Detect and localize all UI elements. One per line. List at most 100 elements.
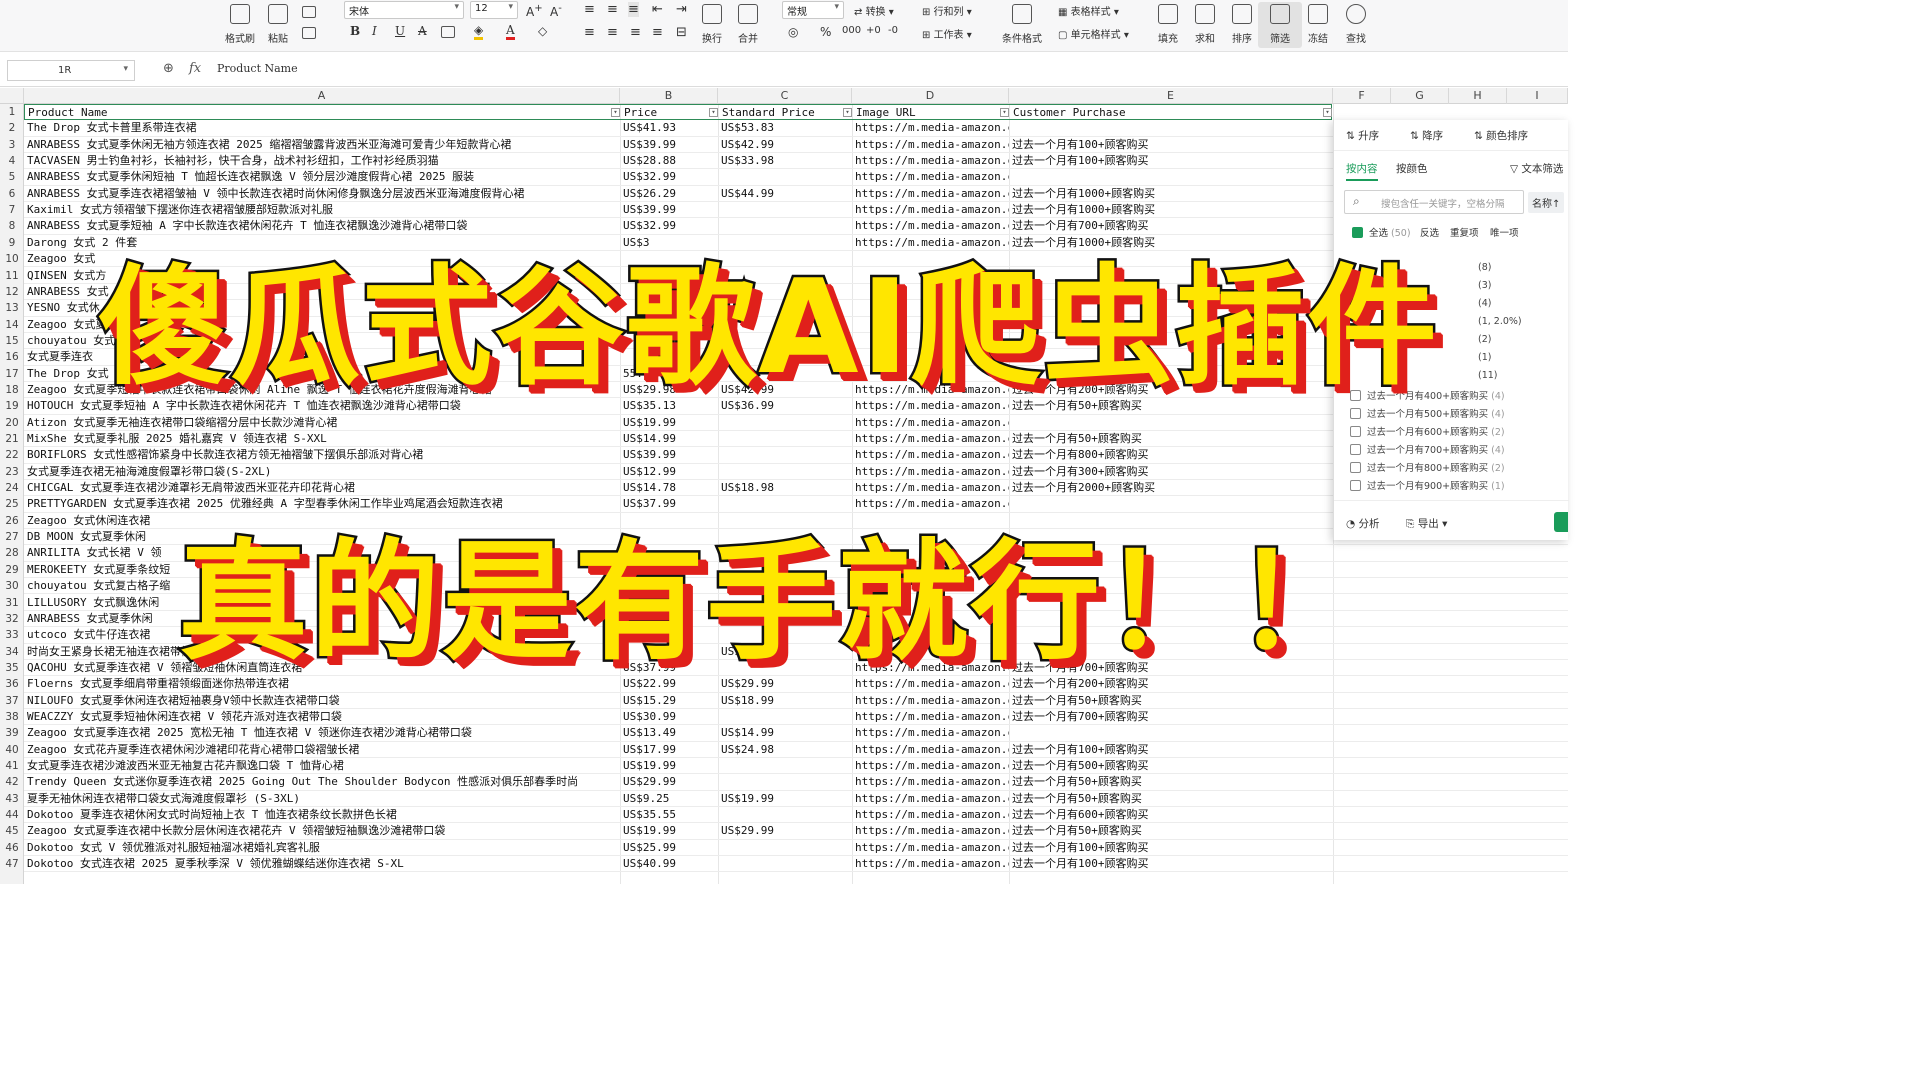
cell-image-url[interactable]: https://m.media-amazon.c bbox=[852, 120, 1009, 136]
cell-standard-price[interactable]: US$24.98 bbox=[718, 742, 852, 758]
cell-customer-purchase[interactable]: 过去一个月有50+顾客购买 bbox=[1009, 791, 1333, 807]
strikethrough-button[interactable]: A bbox=[418, 24, 427, 38]
cell-product[interactable]: Trendy Queen 女式迷你夏季连衣裙 2025 Going Out Th… bbox=[24, 774, 620, 790]
paste-button[interactable]: 粘贴 bbox=[256, 2, 300, 45]
column-header[interactable]: H bbox=[1449, 88, 1507, 104]
cell-standard-price[interactable] bbox=[718, 774, 852, 790]
row-header[interactable]: 45 bbox=[0, 823, 24, 839]
row-header[interactable]: 46 bbox=[0, 840, 24, 856]
cell-price[interactable]: US$41.93 bbox=[620, 120, 718, 136]
row-header[interactable]: 35 bbox=[0, 660, 24, 676]
row-header[interactable]: 7 bbox=[0, 202, 24, 218]
row-header[interactable]: 9 bbox=[0, 235, 24, 251]
row-header[interactable]: 32 bbox=[0, 611, 24, 627]
row-header[interactable]: 23 bbox=[0, 464, 24, 480]
align-top-icon[interactable]: ≡ bbox=[584, 2, 595, 17]
cell-price[interactable]: US$32.99 bbox=[620, 169, 718, 185]
cell-product[interactable]: Zeagoo 女式夏季连衣裙 2025 宽松无袖 T 恤连衣裙 V 领迷你连衣裙… bbox=[24, 725, 620, 741]
cell-image-url[interactable]: https://m.media-amazon.c bbox=[852, 153, 1009, 169]
cell-product[interactable]: Atizon 女式夏季无袖连衣裙带口袋缩褶分层中长款沙滩背心裙 bbox=[24, 415, 620, 431]
cell-image-url[interactable]: https://m.media-amazon.c bbox=[852, 840, 1009, 856]
row-header[interactable]: 10 bbox=[0, 251, 24, 267]
cell-image-url[interactable]: https://m.media-amazon.c bbox=[852, 186, 1009, 202]
sort-by-name-button[interactable]: 名称↑ bbox=[1528, 192, 1565, 213]
fx-icon[interactable]: fx bbox=[189, 61, 201, 76]
align-left-icon[interactable]: ≡ bbox=[584, 25, 595, 40]
cell-customer-purchase[interactable]: 过去一个月有1000+顾客购买 bbox=[1009, 186, 1333, 202]
row-header[interactable]: 28 bbox=[0, 545, 24, 561]
cell-image-url[interactable]: https://m.media-amazon.c bbox=[852, 725, 1009, 741]
cell-standard-price[interactable]: US$42.99 bbox=[718, 137, 852, 153]
font-size-select[interactable]: 12 ▾ bbox=[470, 1, 518, 19]
cell-customer-purchase[interactable]: 过去一个月有50+顾客购买 bbox=[1009, 823, 1333, 839]
rowcol-button[interactable]: ⊞ 行和列 ▾ bbox=[922, 3, 972, 18]
find-button[interactable]: 查找 bbox=[1334, 2, 1378, 45]
align-right-icon[interactable]: ≡ bbox=[630, 25, 641, 40]
row-header[interactable]: 11 bbox=[0, 268, 24, 284]
cell-product[interactable]: BORIFLORS 女式性感褶饰紧身中长款连衣裙方领无袖褶皱下摆俱乐部派对背心裙 bbox=[24, 447, 620, 463]
cell-price[interactable]: US$12.99 bbox=[620, 464, 718, 480]
cell-price[interactable]: US$19.99 bbox=[620, 415, 718, 431]
cell-image-url[interactable]: https://m.media-amazon.c bbox=[852, 169, 1009, 185]
filter-list-item[interactable]: 过去一个月有600+顾客购买 (2) bbox=[1350, 424, 1505, 438]
cell-product[interactable]: Kaximil 女式方领褶皱下摆迷你连衣裙褶皱腰部短款派对礼服 bbox=[24, 202, 620, 218]
unique-button[interactable]: 唯一项 bbox=[1490, 225, 1519, 239]
cell-product[interactable]: CHICGAL 女式夏季连衣裙沙滩罩衫无肩带波西米亚花卉印花背心裙 bbox=[24, 480, 620, 496]
currency-icon[interactable]: ◎ bbox=[788, 25, 798, 39]
cell-price[interactable]: US$35.55 bbox=[620, 807, 718, 823]
row-header[interactable]: 4 bbox=[0, 153, 24, 169]
cell-standard-price[interactable] bbox=[718, 169, 852, 185]
cell-image-url[interactable]: https://m.media-amazon.c bbox=[852, 464, 1009, 480]
cell-customer-purchase[interactable] bbox=[1009, 169, 1333, 185]
bold-button[interactable]: B bbox=[350, 24, 360, 38]
cell-customer-purchase[interactable] bbox=[1009, 725, 1333, 741]
cell-customer-purchase[interactable]: 过去一个月有100+顾客购买 bbox=[1009, 840, 1333, 856]
row-header[interactable]: 24 bbox=[0, 480, 24, 496]
header-cell-product[interactable]: Product Name bbox=[25, 105, 621, 121]
filter-dropdown-icon[interactable]: ▾ bbox=[1000, 108, 1009, 117]
row-header[interactable]: 17 bbox=[0, 366, 24, 382]
filter-dropdown-icon[interactable]: ▾ bbox=[709, 108, 718, 117]
row-header[interactable]: 12 bbox=[0, 284, 24, 300]
row-header[interactable]: 13 bbox=[0, 300, 24, 316]
cut-icon[interactable] bbox=[302, 6, 316, 18]
cell-image-url[interactable]: https://m.media-amazon.c bbox=[852, 709, 1009, 725]
cell-price[interactable]: US$19.99 bbox=[620, 758, 718, 774]
filter-dropdown-icon[interactable]: ▾ bbox=[611, 108, 620, 117]
filter-dropdown-icon[interactable]: ▾ bbox=[843, 108, 852, 117]
cell-price[interactable]: US$26.29 bbox=[620, 186, 718, 202]
underline-button[interactable]: U bbox=[395, 24, 405, 38]
number-format-select[interactable]: 常规 ▾ bbox=[782, 1, 844, 19]
cell-product[interactable]: Dokotoo 女式 V 领优雅派对礼服短袖溜冰裙婚礼宾客礼服 bbox=[24, 840, 620, 856]
row-header[interactable]: 38 bbox=[0, 709, 24, 725]
row-header[interactable]: 21 bbox=[0, 431, 24, 447]
cell-image-url[interactable]: https://m.media-amazon.c bbox=[852, 823, 1009, 839]
percent-icon[interactable]: % bbox=[820, 25, 831, 39]
cell-customer-purchase[interactable]: 过去一个月有2000+顾客购买 bbox=[1009, 480, 1333, 496]
cell-customer-purchase[interactable]: 过去一个月有700+顾客购买 bbox=[1009, 709, 1333, 725]
table-style-button[interactable]: ▦ 表格样式 ▾ bbox=[1058, 3, 1119, 18]
cell-product[interactable]: Dokotoo 夏季连衣裙休闲女式时尚短袖上衣 T 恤连衣裙条纹长款拼色长裙 bbox=[24, 807, 620, 823]
thousands-icon[interactable]: 000 bbox=[842, 25, 861, 36]
cell-customer-purchase[interactable]: 过去一个月有100+顾客购买 bbox=[1009, 137, 1333, 153]
cell-image-url[interactable]: https://m.media-amazon.c bbox=[852, 431, 1009, 447]
cell-standard-price[interactable] bbox=[718, 202, 852, 218]
confirm-button[interactable] bbox=[1554, 512, 1568, 532]
cell-product[interactable]: WEACZZY 女式夏季短袖休闲连衣裙 V 领花卉派对连衣裙带口袋 bbox=[24, 709, 620, 725]
row-header[interactable]: 42 bbox=[0, 774, 24, 790]
row-header[interactable]: 22 bbox=[0, 447, 24, 463]
row-header[interactable]: 16 bbox=[0, 349, 24, 365]
column-header[interactable]: I bbox=[1507, 88, 1568, 104]
cell-standard-price[interactable]: US$53.83 bbox=[718, 120, 852, 136]
decimal-decrease-icon[interactable]: -0 bbox=[888, 25, 898, 36]
indent-decrease-icon[interactable]: ⇤ bbox=[652, 2, 663, 17]
header-cell-customer-purchase[interactable]: Customer Purchase bbox=[1010, 105, 1334, 121]
filter-list-item[interactable]: 过去一个月有700+顾客购买 (4) bbox=[1350, 442, 1505, 456]
duplicates-button[interactable]: 重复项 bbox=[1450, 225, 1479, 239]
font-color-icon[interactable]: A bbox=[506, 24, 515, 40]
cell-price[interactable]: US$39.99 bbox=[620, 137, 718, 153]
cell-customer-purchase[interactable] bbox=[1009, 120, 1333, 136]
column-header[interactable]: G bbox=[1391, 88, 1449, 104]
cell-price[interactable]: US$39.99 bbox=[620, 447, 718, 463]
column-header[interactable]: A bbox=[24, 88, 620, 104]
